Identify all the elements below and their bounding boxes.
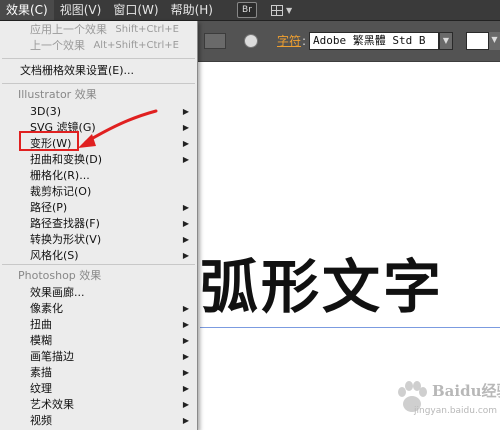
submenu-arrow-icon: ▶ [182,400,189,409]
canvas-text[interactable]: 弧形文字 [200,252,444,322]
illustrator-effects-header: Illustrator 效果 [18,88,97,101]
submenu-arrow-icon: ▶ [182,155,189,164]
menu-item-label: 艺术效果 [30,398,74,411]
photoshop-effect-item[interactable]: 画笔描边 ▶ [0,349,197,365]
illustrator-effect-item[interactable]: 风格化(S) ▶ [0,248,197,264]
menu-item-label: 视频 [30,414,52,427]
menu-item-label: 画笔描边 [30,350,74,363]
menu-effect[interactable]: 效果(C) [0,0,54,20]
character-panel-link[interactable]: 字符 [277,34,301,49]
font-family-dropdown-arrow[interactable]: ▼ [439,32,453,50]
grid-icon [270,4,283,16]
submenu-arrow-icon: ▶ [182,203,189,212]
submenu-arrow-icon: ▶ [182,219,189,228]
menu-item-apply-last-effect[interactable]: 应用上一个效果 Shift+Ctrl+E [0,22,197,38]
submenu-arrow-icon: ▶ [182,368,189,377]
menu-item-label: 裁剪标记(O) [30,185,92,198]
effect-menu: 应用上一个效果 Shift+Ctrl+E 上一个效果 Alt+Shift+Ctr… [0,21,198,430]
watermark-brand: Baidu经验 [432,382,500,400]
text-baseline-guide [200,327,500,328]
photoshop-effect-item[interactable]: 视频 ▶ [0,413,197,429]
menu-item-label: 风格化(S) [30,249,79,262]
bridge-button[interactable]: Br [236,2,257,18]
submenu-arrow-icon: ▶ [182,384,189,393]
style-dropdown[interactable] [204,33,226,49]
menu-item-label: 纹理 [30,382,52,395]
menu-item-label: 应用上一个效果 [30,23,107,36]
submenu-arrow-icon: ▶ [182,139,189,148]
menu-item-label: 路径(P) [30,201,68,214]
chevron-down-icon: ▼ [285,5,293,15]
menu-item-label: 上一个效果 [30,39,85,52]
photoshop-effect-item[interactable]: 扭曲 ▶ [0,317,197,333]
photoshop-effects-header: Photoshop 效果 [18,269,102,282]
menu-separator [2,264,195,265]
menu-item-label: 3D(3) [30,105,62,118]
illustrator-effect-item[interactable]: 裁剪标记(O) [0,184,197,200]
menu-separator [2,58,195,59]
photoshop-effect-item[interactable]: 艺术效果 ▶ [0,397,197,413]
menu-item-label: 扭曲和变换(D) [30,153,103,166]
menu-item-shortcut: Alt+Shift+Ctrl+E [93,40,179,51]
font-label-colon: : [302,34,307,48]
illustrator-effect-item[interactable]: 转换为形状(V) ▶ [0,232,197,248]
photoshop-effect-item[interactable]: 效果画廊... [0,285,197,301]
globe-icon[interactable] [244,34,258,48]
menu-item-document-raster-settings[interactable]: 文档栅格效果设置(E)... [0,63,197,79]
menu-separator [2,83,195,84]
submenu-arrow-icon: ▶ [182,107,189,116]
red-arrow-icon [78,109,158,148]
baidu-watermark: Baidu经验 jingyan.baidu.com [392,374,500,426]
menu-item-shortcut: Shift+Ctrl+E [115,24,179,35]
submenu-arrow-icon: ▶ [182,235,189,244]
illustrator-effect-item[interactable]: 路径查找器(F) ▶ [0,216,197,232]
menu-bar: 效果(C) 视图(V) 窗口(W) 帮助(H) Br ▼ [0,0,500,21]
menu-item-label: 模糊 [30,334,52,347]
submenu-arrow-icon: ▶ [182,304,189,313]
submenu-arrow-icon: ▶ [182,336,189,345]
submenu-arrow-icon: ▶ [182,416,189,425]
arrange-documents-button[interactable]: ▼ [270,3,297,17]
watermark-url: jingyan.baidu.com [414,406,498,416]
font-family-input[interactable]: Adobe 繁黑體 Std B [309,32,439,50]
menu-item-last-effect[interactable]: 上一个效果 Alt+Shift+Ctrl+E [0,38,197,54]
menu-window[interactable]: 窗口(W) [107,0,164,20]
menu-item-label: 栅格化(R)... [30,169,90,182]
submenu-arrow-icon: ▶ [182,352,189,361]
submenu-arrow-icon: ▶ [182,251,189,260]
illustrator-effect-item[interactable]: 栅格化(R)... [0,168,197,184]
menu-item-label: 路径查找器(F) [30,217,100,230]
photoshop-effect-item[interactable]: 纹理 ▶ [0,381,197,397]
photoshop-effect-item[interactable]: 模糊 ▶ [0,333,197,349]
menu-item-label: 像素化 [30,302,63,315]
illustrator-effect-item[interactable]: 扭曲和变换(D) ▶ [0,152,197,168]
menu-view[interactable]: 视图(V) [54,0,108,20]
menu-item-label: 效果画廊... [30,286,85,299]
menu-item-label: 转换为形状(V) [30,233,102,246]
menu-item-label: 素描 [30,366,52,379]
menu-item-label: 扭曲 [30,318,52,331]
submenu-arrow-icon: ▶ [182,123,189,132]
font-style-dropdown-arrow[interactable]: ▼ [488,32,500,50]
illustrator-effect-item[interactable]: 路径(P) ▶ [0,200,197,216]
submenu-arrow-icon: ▶ [182,320,189,329]
photoshop-effect-item[interactable]: 素描 ▶ [0,365,197,381]
menu-help[interactable]: 帮助(H) [165,0,219,20]
photoshop-effect-item[interactable]: 像素化 ▶ [0,301,197,317]
